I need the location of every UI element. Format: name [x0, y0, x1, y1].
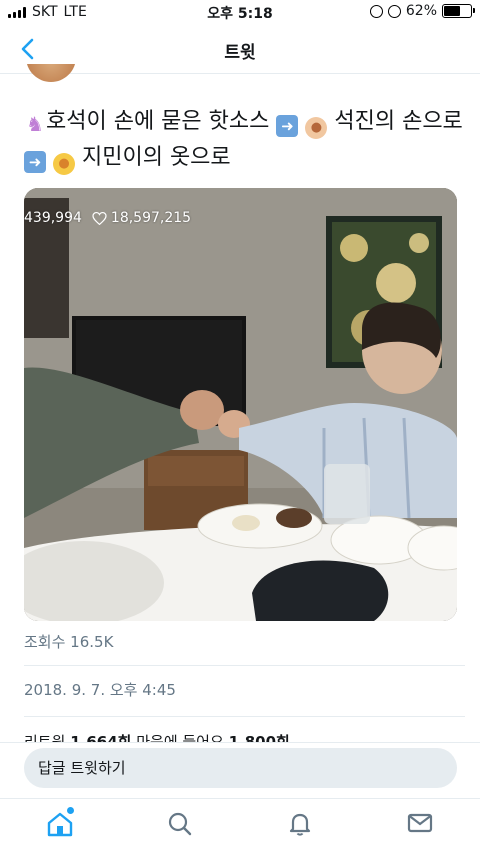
chick-icon: ●: [53, 153, 75, 175]
unicorn-icon: ♞: [26, 112, 44, 136]
search-icon: [168, 812, 192, 836]
video-stats: 439,994 18,597,215: [24, 210, 191, 226]
tweet-text-part-1: 호석이 손에 묻은 핫소스: [46, 109, 277, 134]
bell-icon: [289, 813, 311, 836]
alarm-icon: [387, 4, 401, 18]
tab-messages[interactable]: [360, 799, 480, 853]
video-frame: [24, 188, 457, 621]
arrow-right-icon: ➜: [24, 151, 46, 173]
tweet-text-part-2: 석진의 손으로: [327, 109, 463, 134]
heart-icon: [92, 211, 107, 225]
tweet-timestamp: 2018. 9. 7. 오후 4:45: [24, 681, 176, 699]
video-likes: 18,597,215: [92, 210, 191, 226]
likes-label: 마음에 들어요: [136, 733, 224, 742]
retweets-label: 리트윗: [24, 733, 66, 742]
tweet-text-part-3: 지민이의 옷으로: [75, 145, 231, 170]
arrow-right-icon: ➜: [276, 115, 299, 137]
video-likes-count: 18,597,215: [110, 210, 192, 226]
hamster-icon: ●: [305, 117, 328, 139]
reply-bar: 답글 트윗하기: [0, 742, 480, 792]
tab-search[interactable]: [120, 799, 240, 853]
tweet-video[interactable]: 439,994 18,597,215: [24, 188, 457, 621]
engagement-counts: 리트윗 1,664회 마음에 들어요 1,800회: [24, 730, 290, 742]
retweets-count[interactable]: 1,664회: [70, 733, 131, 742]
divider: [24, 665, 465, 666]
tab-home[interactable]: [0, 799, 120, 853]
tab-bar: [0, 798, 480, 853]
status-right: 62%: [369, 3, 475, 19]
view-count[interactable]: 조회수 16.5K: [24, 630, 113, 654]
new-content-dot: [67, 807, 74, 814]
home-icon: [47, 812, 73, 837]
divider: [24, 716, 465, 717]
mail-icon: [407, 813, 433, 833]
video-views-count: 439,994: [24, 210, 82, 226]
reply-input[interactable]: 답글 트윗하기: [24, 748, 457, 788]
orientation-lock-icon: [369, 4, 383, 18]
tab-notifications[interactable]: [240, 799, 360, 853]
tweet-text: ♞호석이 손에 묻은 핫소스 ➜ ● 석진의 손으로 ➜ ● 지민이의 옷으로: [24, 104, 464, 176]
page-title: 트윗: [224, 43, 256, 63]
battery-percent: 62%: [405, 3, 437, 19]
avatar[interactable]: [26, 64, 76, 82]
battery-icon: [442, 4, 475, 18]
status-bar: SKT LTE 오후 5:18 62%: [0, 0, 480, 24]
likes-count[interactable]: 1,800회: [229, 733, 290, 742]
